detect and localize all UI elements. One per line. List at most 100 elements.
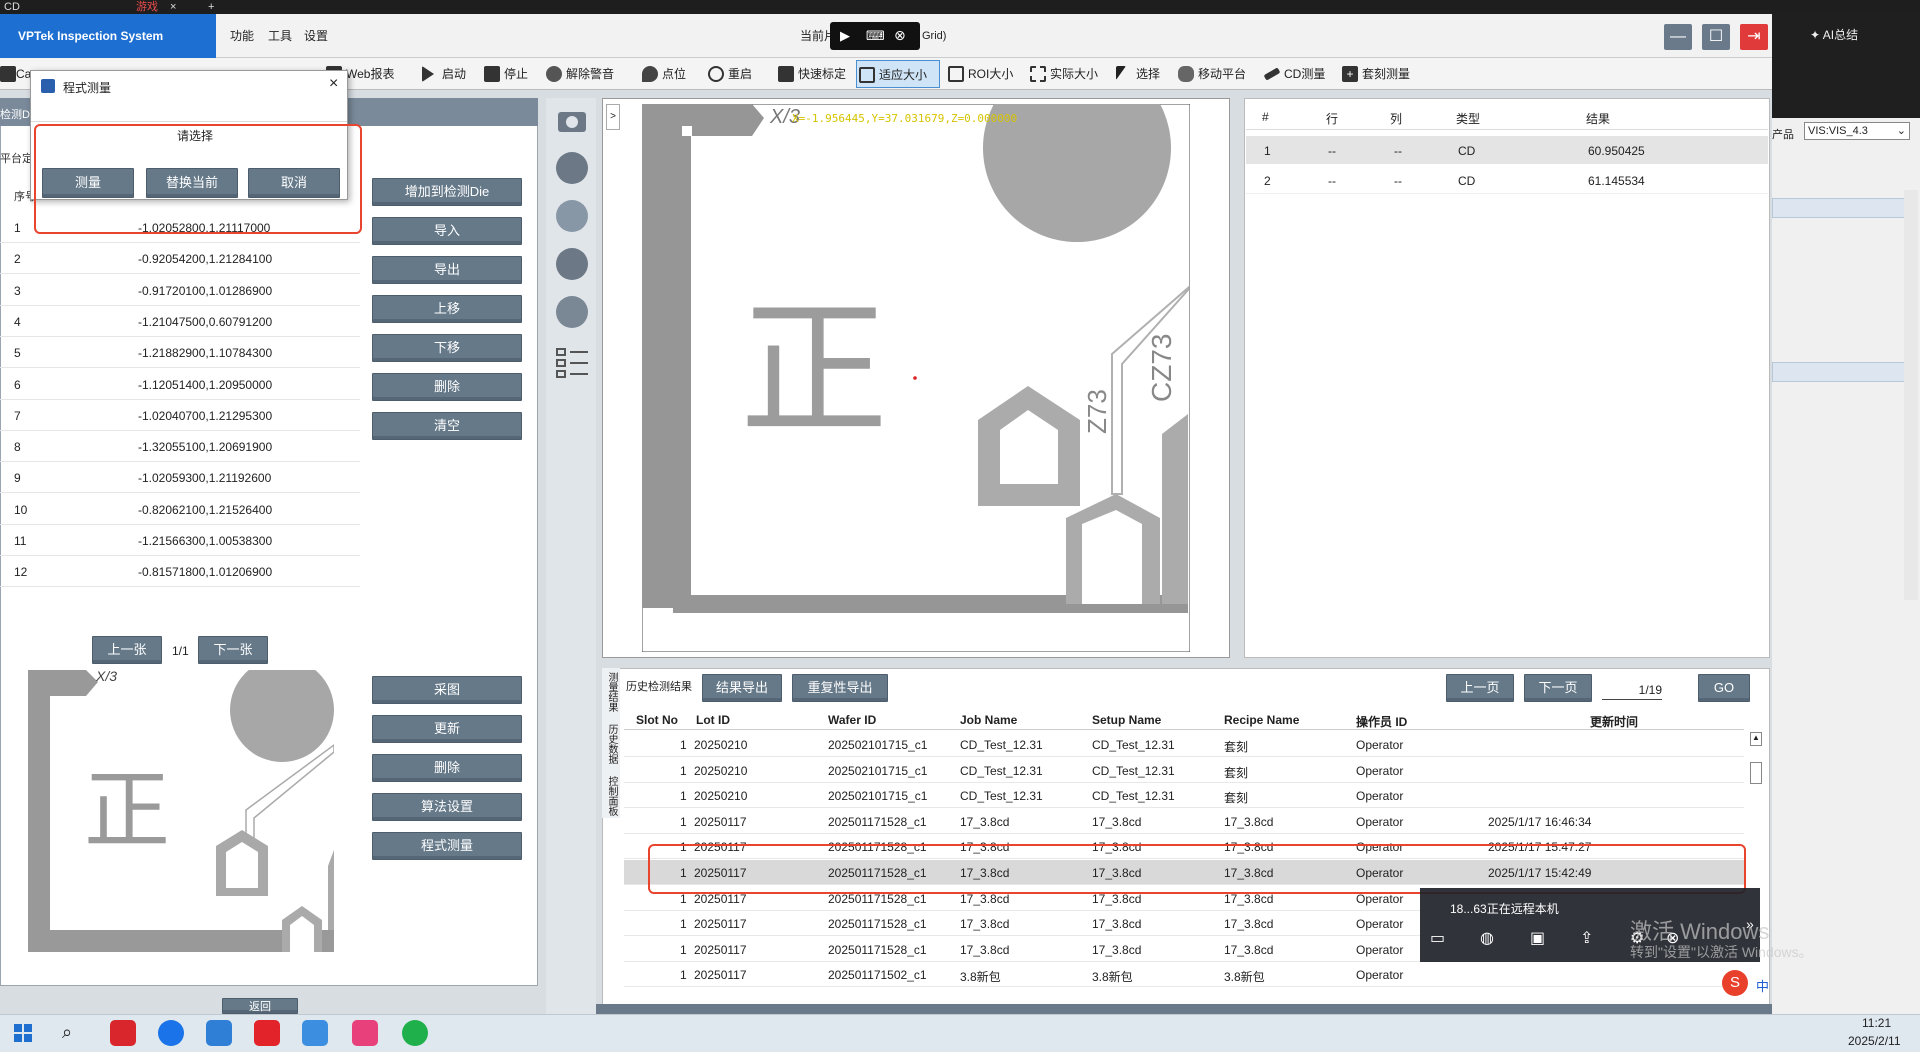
close-tab-icon[interactable]: × [170,0,176,14]
page-input[interactable]: 1/19 [1602,680,1662,700]
browser-tab-cd[interactable]: CD [4,0,20,14]
wafer-icon[interactable] [556,248,588,280]
history-row[interactable]: 1 20250117 202501171502_c1 3.8新包 3.8新包 3.8新包 O… [624,962,1744,988]
die-row[interactable]: 6 -1.12051400,1.20950000 [0,369,360,400]
die-row[interactable]: 7 -1.02040700,1.21295300 [0,400,360,431]
toolbar-select[interactable]: 选择 [1114,60,1160,88]
tab-history-data[interactable]: 历史数据 [604,724,619,764]
search-icon[interactable]: ⌕ [62,1022,72,1043]
prev-image-button[interactable]: 上一张 [92,636,162,664]
toolbar-quick-calibration[interactable]: 快速标定 [776,60,846,88]
close-remote-icon[interactable]: ⊗ [894,27,906,44]
exit-button[interactable]: ⇥ [1740,24,1768,50]
sogou-icon[interactable]: S [1722,970,1748,996]
remote-control-bar[interactable]: ▶ ⌨ ⊗ [830,22,920,50]
app-icon[interactable] [206,1020,232,1046]
die-row[interactable]: 12 -0.81571800,1.01206900 [0,556,360,588]
move-down-button[interactable]: 下移 [372,334,522,362]
screen-icon[interactable]: ▣ [1530,928,1545,948]
dialog-close-icon[interactable]: × [329,75,338,93]
toolbar-stop[interactable]: 停止 [482,60,528,88]
algorithm-settings-button[interactable]: 算法设置 [372,793,522,821]
next-page-button[interactable]: 下一页 [1524,674,1592,702]
share-icon[interactable]: ⇪ [1580,928,1593,948]
play-icon[interactable]: ▶ [840,28,850,44]
minimize-button[interactable]: — [1664,24,1692,50]
history-row[interactable]: 1 20250210 202502101715_c1 CD_Test_12.31 CD_… [624,758,1744,783]
results-row-selected[interactable] [1246,136,1768,164]
history-col-header[interactable]: 操作员 ID [1356,713,1407,730]
move-up-button[interactable]: 上移 [372,295,522,323]
scroll-up-icon[interactable]: ▲ [1750,732,1762,746]
export-repeatability-button[interactable]: 重复性导出 [792,674,888,702]
toolbar-fit-size[interactable]: 适应大小 [856,60,940,88]
history-col-header[interactable]: Lot ID [696,713,730,727]
toolbar-overlay-measure[interactable]: + 套刻测量 [1340,60,1410,88]
toolbar-cd-measure[interactable]: CD测量 [1262,60,1325,88]
clear-button[interactable]: 清空 [372,412,522,440]
wps-icon[interactable] [110,1020,136,1046]
toolbar-move-platform[interactable]: 移动平台 [1176,60,1246,88]
grid-icon[interactable] [556,152,588,184]
menu-settings[interactable]: 设置 [304,14,328,58]
keyboard-icon[interactable]: ⌨ [866,28,885,44]
die-row[interactable]: 2 -0.92054200,1.21284100 [0,243,360,275]
tab-control-panel[interactable]: 控制面板 [604,776,619,816]
toolbar-point[interactable]: 点位 [640,60,686,88]
back-button[interactable]: 返回 [222,998,298,1014]
product-select[interactable]: VIS:VIS_4.3 ⌄ [1804,122,1910,140]
toolbar-reset[interactable]: 重启 [706,60,752,88]
die-row[interactable]: 4 -1.21047500,0.60791200 [0,306,360,337]
chat-icon[interactable]: ▭ [1430,928,1445,948]
go-button[interactable]: GO [1698,674,1750,702]
ime-lang[interactable]: 中 [1756,976,1769,995]
delete-image-button[interactable]: 删除 [372,754,522,782]
target-icon[interactable] [556,200,588,232]
history-col-header[interactable]: Recipe Name [1224,713,1299,727]
kingsoft-icon[interactable] [352,1020,378,1046]
export-button[interactable]: 导出 [372,256,522,284]
program-measure-button[interactable]: 程式测量 [372,832,522,860]
browser-icon[interactable] [158,1020,184,1046]
toolbar-mute[interactable]: 解除警音 [544,60,614,88]
toolbar-start[interactable]: 启动 [420,60,466,88]
toolbar-actual-size[interactable]: 实际大小 [1028,60,1098,88]
history-col-header[interactable]: Wafer ID [828,713,876,727]
checklist-icon[interactable] [556,346,588,378]
youdao-icon[interactable] [254,1020,280,1046]
export-results-button[interactable]: 结果导出 [702,674,782,702]
new-tab-button[interactable]: + [208,0,214,14]
ai-summary-button[interactable]: ✦ AI总结 [1810,26,1858,43]
right-scrollbar[interactable] [1904,190,1918,600]
start-icon[interactable] [14,1024,32,1042]
die-row[interactable]: 5 -1.21882900,1.10784300 [0,337,360,369]
image-icon[interactable] [556,296,588,328]
wechat-icon[interactable] [402,1020,428,1046]
import-button[interactable]: 导入 [372,217,522,245]
next-image-button[interactable]: 下一张 [198,636,268,664]
toolbar-roi-size[interactable]: ROI大小 [946,60,1013,88]
die-row[interactable]: 9 -1.02059300,1.21192600 [0,462,360,494]
camera-icon[interactable] [556,104,588,136]
history-row[interactable]: 1 20250210 202502101715_c1 CD_Test_12.31 CD_… [624,783,1744,809]
collapsible-header[interactable] [1772,362,1912,382]
history-col-header[interactable]: Setup Name [1092,713,1161,727]
history-col-header[interactable]: 更新时间 [1590,713,1638,730]
update-button[interactable]: 更新 [372,715,522,743]
die-row[interactable]: 8 -1.32055100,1.20691900 [0,431,360,463]
menu-tools[interactable]: 工具 [268,14,292,58]
prev-page-button[interactable]: 上一页 [1446,674,1514,702]
die-row[interactable]: 10 -0.82062100,1.21526400 [0,494,360,525]
maximize-button[interactable]: ☐ [1702,24,1730,50]
history-col-header[interactable]: Job Name [960,713,1017,727]
browser-tab-game[interactable]: 游戏 [136,0,158,14]
die-row[interactable]: 11 -1.21566300,1.00538300 [0,525,360,556]
results-row[interactable] [1246,166,1768,194]
tab-measure-results[interactable]: 测量结果 [604,672,619,712]
collapsible-header[interactable] [1772,198,1912,218]
die-row[interactable]: 3 -0.91720100,1.01286900 [0,275,360,306]
scrollbar-thumb[interactable] [1750,762,1762,784]
capture-button[interactable]: 采图 [372,676,522,704]
mic-icon[interactable]: ◍ [1480,928,1494,948]
expand-arrow-icon[interactable]: > [606,104,620,130]
